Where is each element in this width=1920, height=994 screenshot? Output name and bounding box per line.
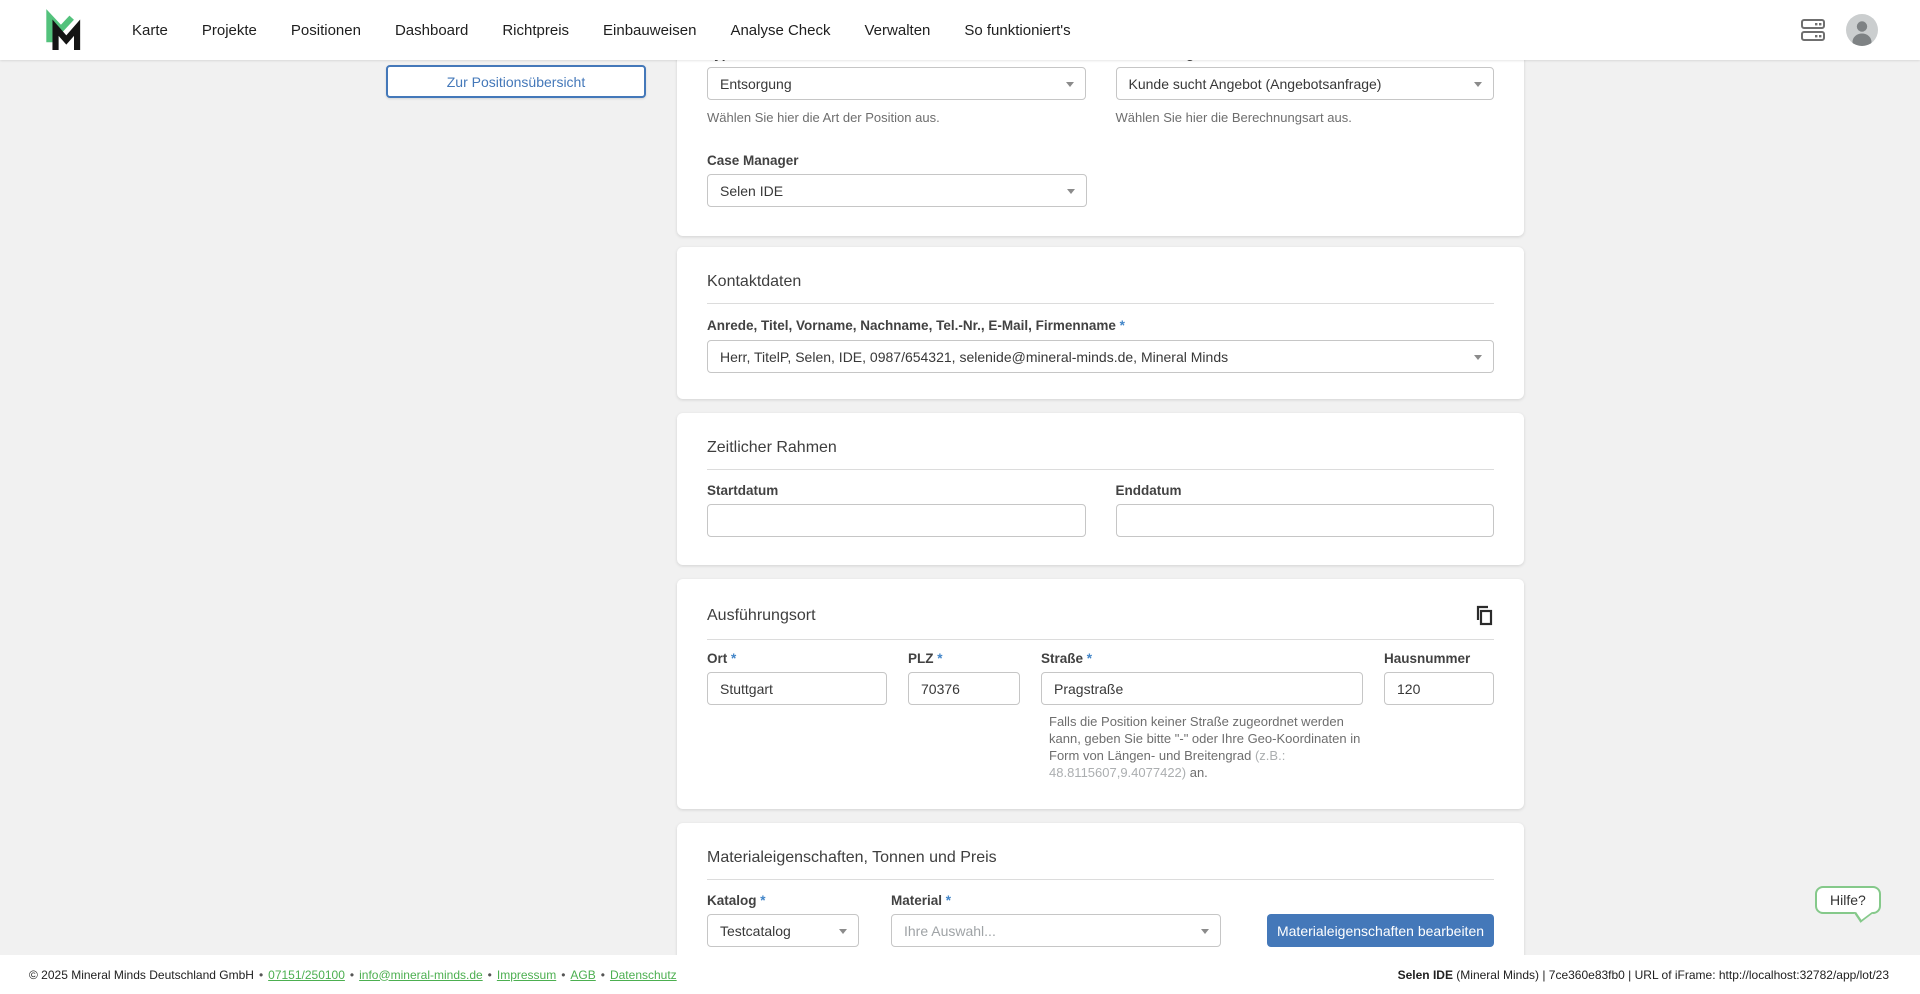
footer-links: © 2025 Mineral Minds Deutschland GmbH • 0…: [29, 968, 677, 982]
ort-label: Ort *: [707, 651, 887, 666]
hausnummer-input[interactable]: [1384, 672, 1494, 705]
kontaktdaten-card: Kontaktdaten Anrede, Titel, Vorname, Nac…: [677, 247, 1524, 399]
nav-item-analyse-check[interactable]: Analyse Check: [730, 22, 830, 39]
case-manager-select[interactable]: Selen IDE: [707, 174, 1087, 207]
footer-link-info-mineral-minds-de[interactable]: info@mineral-minds.de: [359, 968, 483, 982]
strasse-label: Straße *: [1041, 651, 1363, 666]
strasse-input[interactable]: [1041, 672, 1363, 705]
material-select[interactable]: Ihre Auswahl...: [891, 914, 1221, 947]
plz-input[interactable]: [908, 672, 1020, 705]
startdatum-label: Startdatum: [707, 483, 1086, 498]
material-label: Material *: [891, 893, 1221, 908]
berechnungsart-select[interactable]: Kunde sucht Angebot (Angebotsanfrage): [1116, 67, 1495, 100]
nav-item-so-funktioniert-s[interactable]: So funktioniert's: [964, 22, 1070, 39]
kontakt-label: Anrede, Titel, Vorname, Nachname, Tel.-N…: [707, 318, 1494, 333]
zeitlicher-rahmen-title: Zeitlicher Rahmen: [707, 439, 1494, 457]
footer-separator: •: [350, 968, 354, 982]
divider: [707, 469, 1494, 470]
nav-item-dashboard[interactable]: Dashboard: [395, 22, 468, 39]
help-bubble[interactable]: Hilfe?: [1815, 886, 1881, 914]
avatar-icon[interactable]: [1846, 14, 1878, 46]
nav-item-karte[interactable]: Karte: [132, 22, 168, 39]
divider: [707, 639, 1494, 640]
enddatum-label: Enddatum: [1116, 483, 1495, 498]
kontaktdaten-title: Kontaktdaten: [707, 273, 1494, 291]
edit-material-button[interactable]: Materialeigenschaften bearbeiten: [1267, 914, 1494, 947]
nav-item-positionen[interactable]: Positionen: [291, 22, 361, 39]
katalog-select[interactable]: Testcatalog: [707, 914, 859, 947]
typ-helper-text: Wählen Sie hier die Art der Position aus…: [707, 109, 1086, 126]
divider: [707, 303, 1494, 304]
session-user: Selen IDE: [1398, 968, 1453, 982]
footer: © 2025 Mineral Minds Deutschland GmbH • 0…: [0, 955, 1920, 994]
page: Typ * Entsorgung Wählen Sie hier die Art…: [0, 0, 1920, 994]
footer-separator: •: [259, 968, 263, 982]
dns-icon[interactable]: [1800, 17, 1826, 43]
copyright-text: © 2025 Mineral Minds Deutschland GmbH: [29, 968, 254, 982]
nav-item-richtpreis[interactable]: Richtpreis: [502, 22, 569, 39]
material-title: Materialeigenschaften, Tonnen und Preis: [707, 849, 1494, 867]
case-manager-label: Case Manager: [707, 153, 1494, 168]
chevron-down-icon: [1066, 82, 1074, 91]
nav-item-einbauweisen[interactable]: Einbauweisen: [603, 22, 696, 39]
chevron-down-icon: [1474, 82, 1482, 91]
geo-helper-text: Falls die Position keiner Straße zugeord…: [1049, 713, 1371, 781]
footer-link-datenschutz[interactable]: Datenschutz: [610, 968, 677, 982]
nav-item-verwalten[interactable]: Verwalten: [865, 22, 931, 39]
enddatum-input[interactable]: [1116, 504, 1495, 537]
startdatum-input[interactable]: [707, 504, 1086, 537]
nav-item-projekte[interactable]: Projekte: [202, 22, 257, 39]
kontakt-select[interactable]: Herr, TitelP, Selen, IDE, 0987/654321, s…: [707, 340, 1494, 373]
copy-icon[interactable]: [1474, 605, 1494, 627]
footer-link-07151-250100[interactable]: 07151/250100: [268, 968, 345, 982]
zeitlicher-rahmen-card: Zeitlicher Rahmen Startdatum Enddatum: [677, 413, 1524, 565]
session-info: Selen IDE (Mineral Minds) | 7ce360e83fb0…: [1398, 968, 1889, 982]
typ-select[interactable]: Entsorgung: [707, 67, 1086, 100]
divider: [707, 879, 1494, 880]
footer-link-agb[interactable]: AGB: [570, 968, 595, 982]
chevron-down-icon: [1201, 929, 1209, 938]
chevron-down-icon: [1474, 355, 1482, 364]
chevron-down-icon: [839, 929, 847, 938]
navbar-menu: Karte Projekte Positionen Dashboard Richtpre…: [132, 22, 1071, 39]
footer-separator: •: [488, 968, 492, 982]
footer-link-impressum[interactable]: Impressum: [497, 968, 556, 982]
mineral-minds-logo[interactable]: [44, 8, 84, 52]
ort-input[interactable]: [707, 672, 887, 705]
berechnungsart-helper-text: Wählen Sie hier die Berechnungsart aus.: [1116, 109, 1495, 126]
back-to-positions-button[interactable]: Zur Positionsübersicht: [386, 65, 646, 98]
ausfuehrungsort-card: Ausführungsort Ort * PLZ *: [677, 579, 1524, 809]
plz-label: PLZ *: [908, 651, 1020, 666]
footer-separator: •: [601, 968, 605, 982]
chevron-down-icon: [1067, 189, 1075, 198]
katalog-label: Katalog *: [707, 893, 859, 908]
footer-separator: •: [561, 968, 565, 982]
ausfuehrungsort-title: Ausführungsort: [707, 607, 816, 625]
hausnummer-label: Hausnummer: [1384, 651, 1494, 666]
navbar: Karte Projekte Positionen Dashboard Richtpre…: [0, 0, 1920, 60]
